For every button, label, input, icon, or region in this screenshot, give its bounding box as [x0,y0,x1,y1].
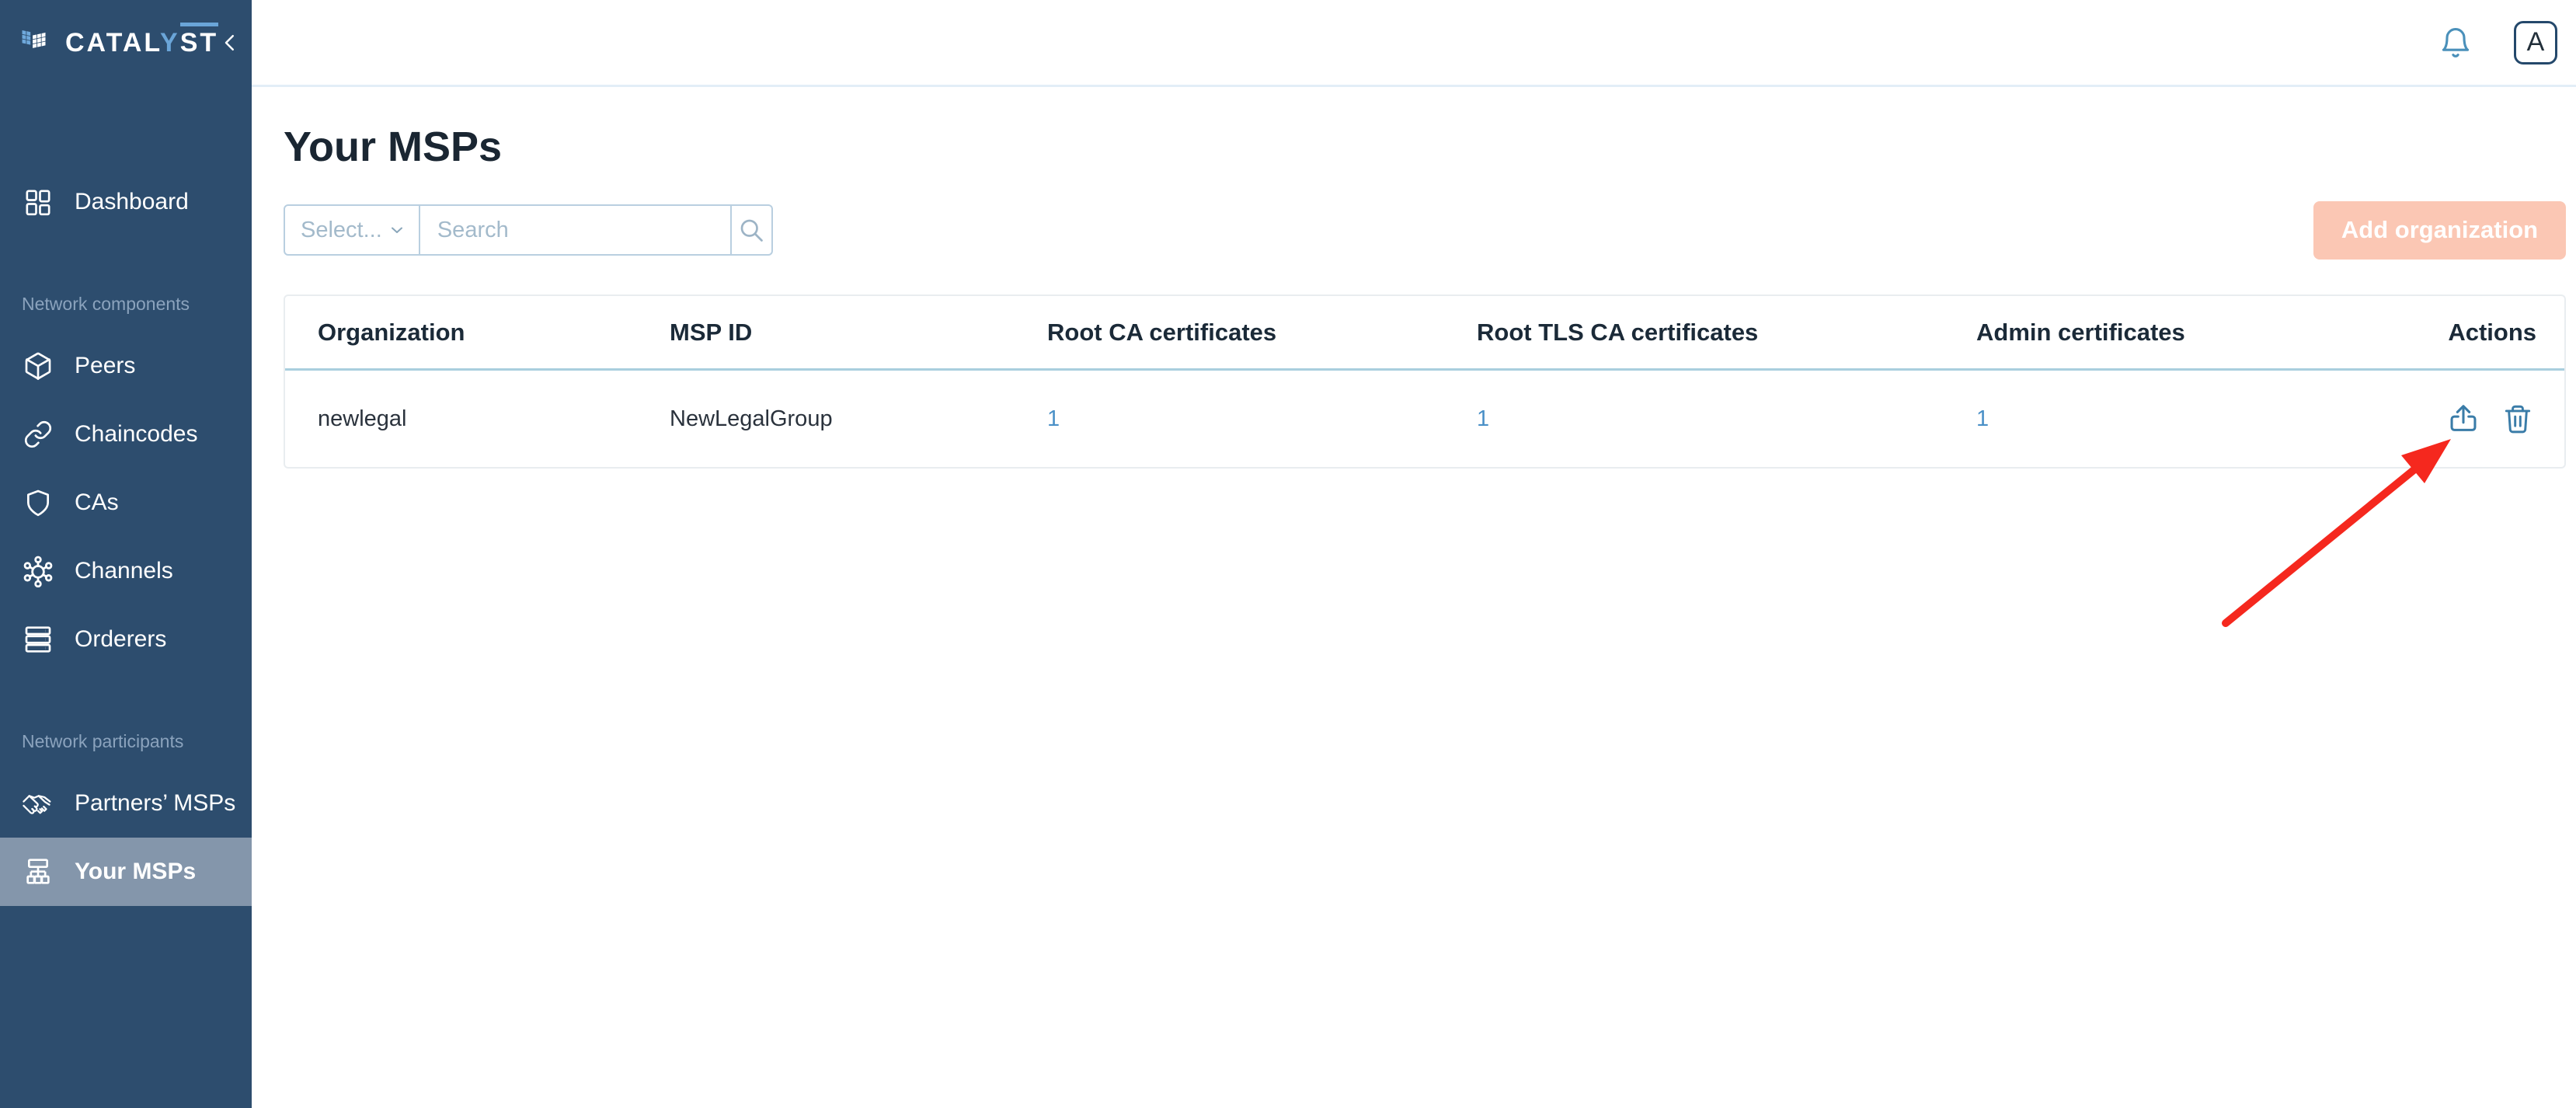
handshake-icon [22,787,54,820]
notifications-button[interactable] [2438,25,2473,61]
sidebar-section-network-participants: Network participants [22,731,252,752]
sidebar-item-label: Dashboard [75,189,189,215]
trash-icon [2501,402,2535,436]
cell-organization: newlegal [285,406,637,432]
add-organization-button[interactable]: Add organization [2313,201,2566,260]
export-msp-button[interactable] [2445,400,2482,437]
sidebar-item-label: CAs [75,490,119,516]
search-icon [737,216,765,244]
sidebar-item-channels[interactable]: Channels [0,537,252,605]
table-row: newlegal NewLegalGroup 1 1 1 [285,371,2564,467]
server-icon [22,623,54,656]
app-root: CATALYST Dashboard Network components [0,0,2576,1108]
page-title: Your MSPs [284,123,2566,171]
export-icon [2445,401,2481,437]
network-icon [22,555,54,587]
shield-icon [22,486,54,519]
logo-row: CATALYST [0,0,252,75]
topbar: A [252,0,2576,87]
admin-certificates-link[interactable]: 1 [1976,406,1989,431]
filter-select-value: Select... [301,218,382,243]
content: Your MSPs Select... Add organization [252,87,2576,469]
link-icon [22,418,54,451]
sidebar-collapse-button[interactable] [218,27,242,58]
sidebar-item-peers[interactable]: Peers [0,332,252,400]
search-filter-group: Select... [284,204,773,256]
sidebar-item-label: Orderers [75,626,166,653]
hierarchy-icon [22,855,54,888]
column-header-actions: Actions [2332,319,2564,347]
sidebar: CATALYST Dashboard Network components [0,0,252,1108]
sidebar-item-label: Channels [75,558,173,584]
sidebar-item-label: Your MSPs [75,859,196,885]
root-ca-certificates-link[interactable]: 1 [1047,406,1060,431]
search-button[interactable] [732,206,771,254]
sidebar-item-cas[interactable]: CAs [0,469,252,537]
chevron-down-icon [388,221,406,239]
avatar-letter: A [2527,27,2545,57]
root-tls-ca-certificates-link[interactable]: 1 [1477,406,1489,431]
sidebar-item-your-msps[interactable]: Your MSPs [0,838,252,906]
sidebar-item-label: Chaincodes [75,421,197,448]
msp-table: Organization MSP ID Root CA certificates… [284,294,2566,469]
sidebar-item-label: Peers [75,353,135,379]
dashboard-icon [22,186,54,218]
column-header-root-tls-ca: Root TLS CA certificates [1444,319,1944,347]
cell-msp-id: NewLegalGroup [637,406,1015,432]
cube-icon [22,350,54,382]
user-avatar[interactable]: A [2514,21,2557,64]
sidebar-item-chaincodes[interactable]: Chaincodes [0,400,252,469]
chevron-left-icon [218,31,242,54]
main-area: A Your MSPs Select... Add organiza [252,0,2576,1108]
sidebar-item-dashboard[interactable]: Dashboard [0,168,252,236]
sidebar-nav: Dashboard Network components Peers [0,168,252,906]
column-header-admin-certs: Admin certificates [1944,319,2332,347]
delete-msp-button[interactable] [2499,400,2536,437]
search-input[interactable] [420,206,730,254]
app-logo: CATALYST [65,28,218,58]
filter-select[interactable]: Select... [285,206,419,254]
column-header-root-ca: Root CA certificates [1015,319,1444,347]
sidebar-section-network-components: Network components [22,294,252,315]
bell-icon [2438,26,2473,60]
table-header-row: Organization MSP ID Root CA certificates… [285,296,2564,371]
column-header-organization: Organization [285,319,637,347]
sidebar-item-partners-msps[interactable]: Partners’ MSPs [0,769,252,838]
sidebar-item-orderers[interactable]: Orderers [0,605,252,674]
column-header-msp-id: MSP ID [637,319,1015,347]
toolbar: Select... Add organization [284,200,2566,260]
catalyst-logo-icon [20,26,54,60]
sidebar-item-label: Partners’ MSPs [75,790,235,817]
row-actions [2445,400,2536,437]
